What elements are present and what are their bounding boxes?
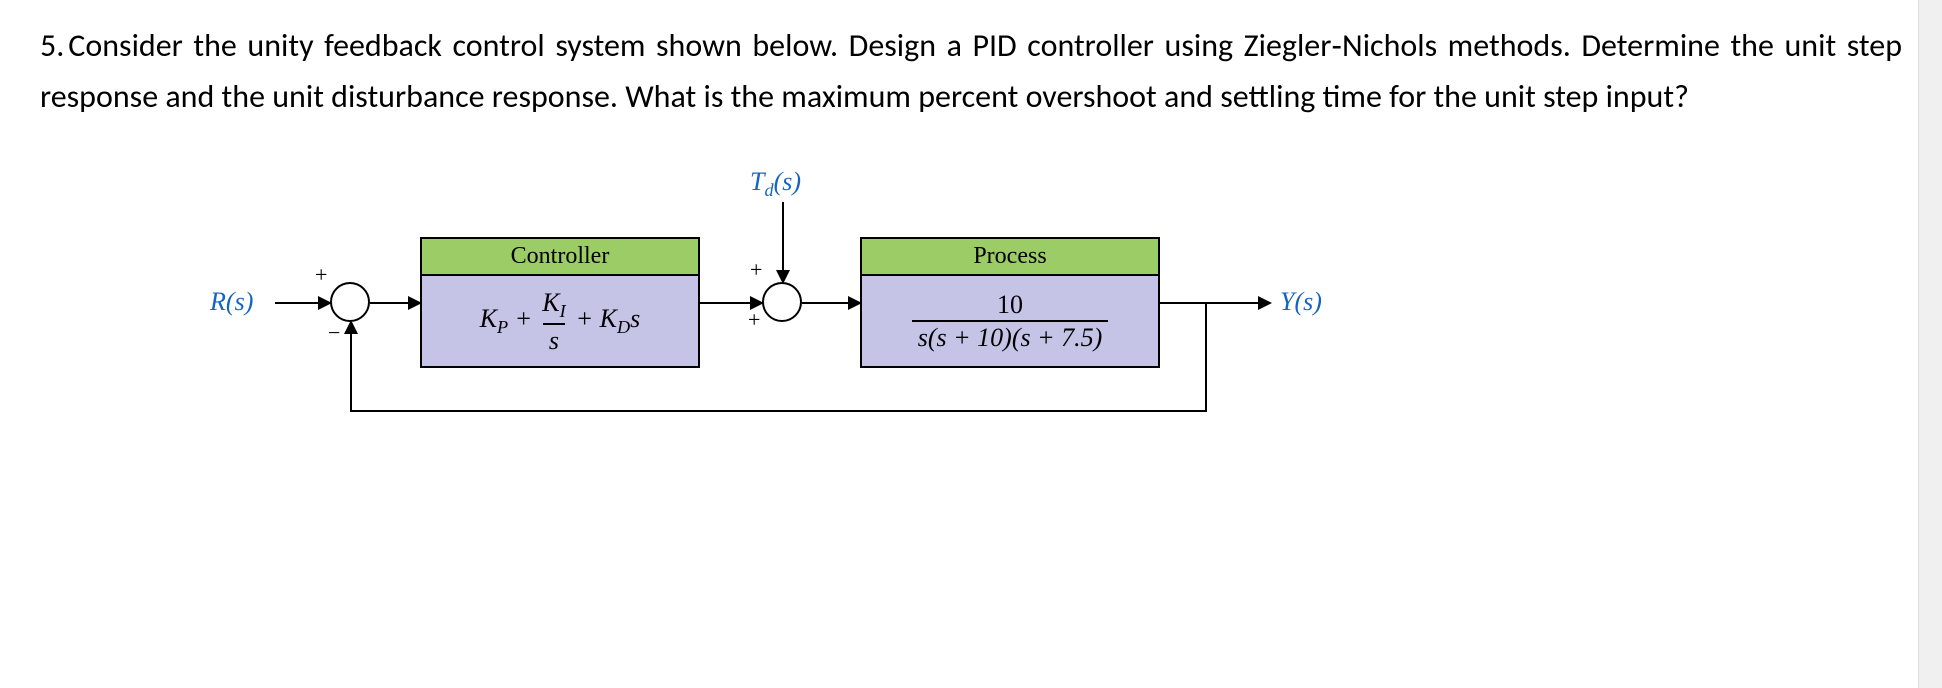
question-body: Consider the unity feedback control syst… bbox=[40, 26, 1902, 116]
arrow-td-to-sum2 bbox=[782, 202, 784, 282]
arrow-sum1-to-controller bbox=[370, 302, 420, 304]
arrow-r-to-sum1 bbox=[275, 302, 330, 304]
process-title: Process bbox=[862, 239, 1158, 276]
controller-expression: KP + KI s + KDs bbox=[422, 276, 698, 366]
feedback-down-line bbox=[1205, 302, 1207, 412]
summing-junction-2 bbox=[762, 282, 802, 322]
summing-junction-1 bbox=[330, 282, 370, 322]
feedback-horizontal-line bbox=[350, 410, 1207, 412]
controller-title: Controller bbox=[422, 239, 698, 276]
sum1-plus-sign: + bbox=[315, 262, 327, 288]
output-label: Y(s) bbox=[1280, 287, 1322, 317]
input-label: R(s) bbox=[210, 287, 253, 317]
process-block: Process 10 s(s + 10)(s + 7.5) bbox=[860, 237, 1160, 368]
process-expression: 10 s(s + 10)(s + 7.5) bbox=[862, 276, 1158, 366]
question-text: 5.Consider the unity feedback control sy… bbox=[40, 20, 1902, 122]
arrow-controller-to-sum2 bbox=[700, 302, 762, 304]
feedback-up-arrow bbox=[350, 322, 352, 412]
sum1-minus-sign: − bbox=[328, 320, 340, 346]
arrow-sum2-to-process bbox=[802, 302, 860, 304]
arrow-process-to-output bbox=[1160, 302, 1270, 304]
block-diagram: R(s) + − Controller KP + KI s + KDs Td(s… bbox=[220, 162, 1420, 462]
question-number: 5. bbox=[40, 20, 64, 71]
sum2-left-plus-sign: + bbox=[748, 307, 760, 333]
sum2-top-plus-sign: + bbox=[750, 257, 762, 283]
scrollbar[interactable] bbox=[1918, 0, 1942, 688]
disturbance-label: Td(s) bbox=[750, 167, 801, 201]
controller-block: Controller KP + KI s + KDs bbox=[420, 237, 700, 368]
